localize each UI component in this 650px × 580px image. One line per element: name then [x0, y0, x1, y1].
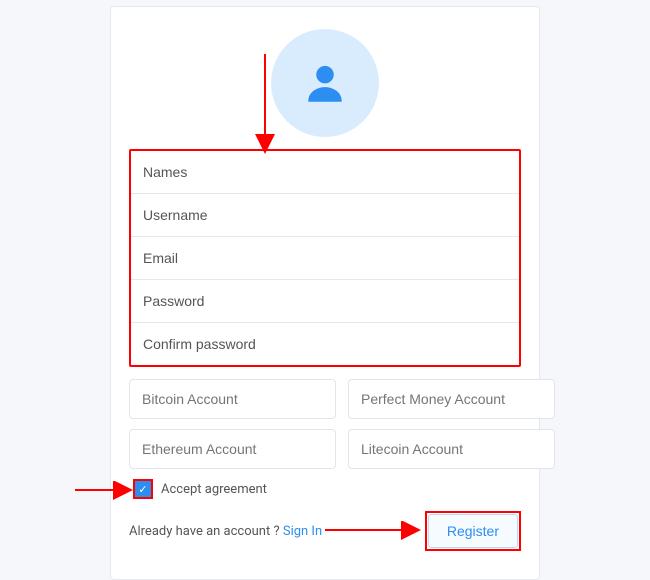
register-button[interactable]: Register — [428, 514, 518, 548]
already-have-account: Already have an account ? Sign In — [129, 524, 322, 539]
avatar — [271, 29, 379, 137]
annotation-arrow-checkbox — [73, 481, 133, 501]
litecoin-account-field[interactable] — [348, 429, 555, 469]
username-field[interactable] — [131, 194, 519, 236]
confirm-password-field[interactable] — [131, 323, 519, 365]
password-field[interactable] — [131, 280, 519, 322]
annotation-arrow-register — [323, 521, 423, 541]
ethereum-account-field[interactable] — [129, 429, 336, 469]
primary-fields-group — [129, 149, 521, 367]
bitcoin-account-field[interactable] — [129, 379, 336, 419]
user-icon — [300, 58, 350, 108]
check-icon: ✓ — [138, 484, 147, 495]
agreement-label: Accept agreement — [161, 482, 267, 497]
email-field[interactable] — [131, 237, 519, 279]
signin-link[interactable]: Sign In — [283, 524, 322, 539]
accept-agreement-checkbox[interactable]: ✓ — [135, 481, 151, 497]
perfect-money-account-field[interactable] — [348, 379, 555, 419]
registration-card: ✓ Accept agreement Already have an accou… — [110, 6, 540, 580]
names-field[interactable] — [131, 151, 519, 193]
